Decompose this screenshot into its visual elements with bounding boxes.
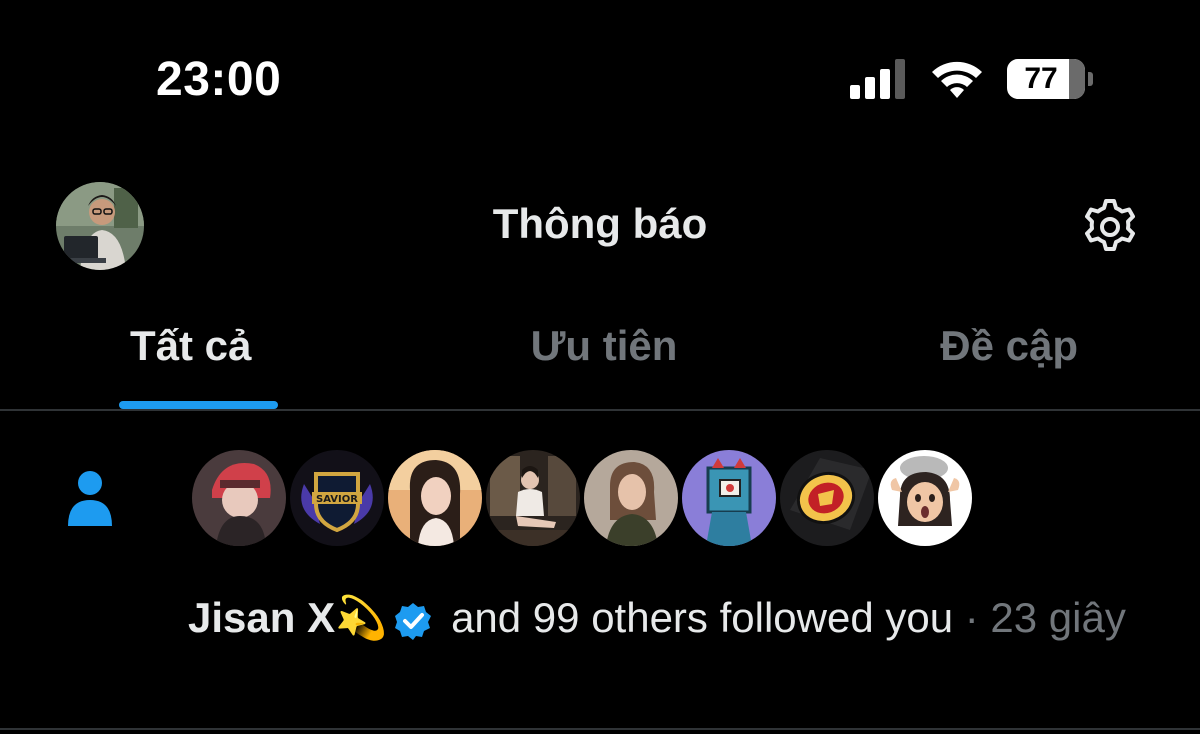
notification-message: and 99 others followed you: [451, 594, 954, 641]
status-indicators: 77: [850, 58, 1093, 100]
tab-priority[interactable]: Ưu tiên: [446, 322, 762, 410]
verified-badge-icon: [395, 602, 432, 640]
status-time: 23:00: [156, 53, 282, 106]
notification-tabs: Tất cả Ưu tiên Đề cập: [0, 322, 1200, 410]
gear-icon[interactable]: [1080, 197, 1140, 257]
page-title: Thông báo: [492, 200, 708, 247]
wifi-icon: [932, 61, 982, 98]
avatar-robot-nft[interactable]: [682, 450, 776, 546]
avatar-woman-portrait[interactable]: [584, 450, 678, 546]
follower-avatars: SAVIOR: [192, 450, 972, 546]
person-icon: [68, 471, 112, 526]
tab-all[interactable]: Tất cả: [0, 322, 446, 410]
avatar-anime-boy[interactable]: [192, 450, 286, 546]
tab-mentions[interactable]: Đề cập: [762, 322, 1200, 410]
battery-icon: 77: [1007, 59, 1085, 99]
avatar-girl-sitting[interactable]: [486, 450, 580, 546]
tab-label: Đề cập: [940, 322, 1078, 369]
notification-text[interactable]: Jisan X💫 and 99 others followed you · 23…: [188, 588, 1148, 648]
tab-label: Tất cả: [130, 322, 252, 369]
notification-time: 23 giây: [990, 594, 1126, 641]
svg-text:SAVIOR: SAVIOR: [316, 494, 358, 505]
active-tab-indicator: [119, 401, 278, 409]
tabs-divider: [0, 409, 1200, 411]
cellular-signal-icon: [850, 59, 905, 99]
avatar-manchester-united[interactable]: [780, 450, 874, 546]
battery-nub: [1088, 72, 1093, 86]
follower-name[interactable]: Jisan X: [188, 594, 335, 641]
notifications-screen: 23:00 77 Thông báo Tất cả Ưu tiên Đề cập…: [0, 0, 1200, 734]
avatar-girl-sunset[interactable]: [388, 450, 482, 546]
avatar-memoji[interactable]: [878, 450, 972, 546]
notification-divider: [0, 728, 1200, 730]
battery-percent: 77: [1024, 62, 1058, 95]
sparkle-emoji-icon: 💫: [335, 594, 388, 641]
avatar-savior-logo[interactable]: SAVIOR: [290, 450, 384, 546]
time-separator: ·: [964, 594, 979, 641]
tab-label: Ưu tiên: [530, 322, 678, 369]
